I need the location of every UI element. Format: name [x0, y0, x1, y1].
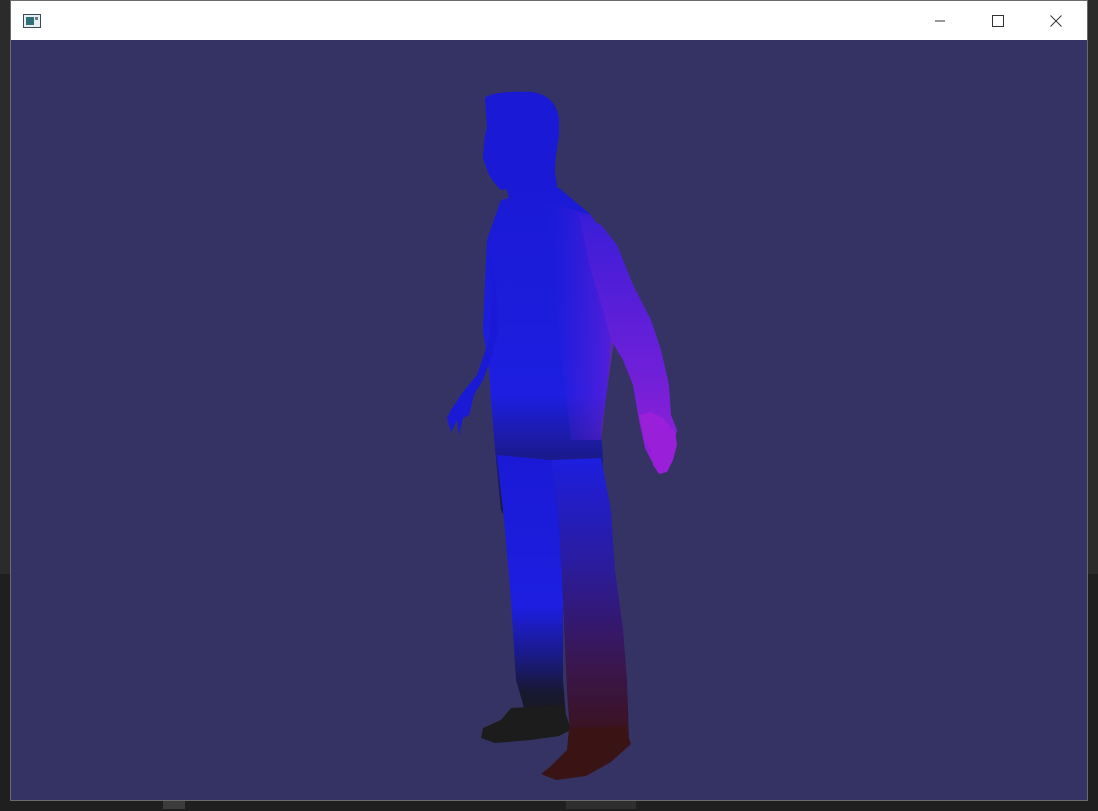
maximize-icon — [992, 14, 1004, 27]
minimize-button[interactable] — [911, 1, 969, 40]
window-titlebar[interactable] — [11, 1, 1087, 40]
model-left-arm — [447, 245, 499, 435]
background-tab — [163, 800, 185, 809]
app-icon — [23, 13, 41, 28]
background-tab — [566, 800, 636, 809]
minimize-icon — [935, 20, 945, 21]
maximize-button[interactable] — [969, 1, 1027, 40]
model-left-boot — [481, 705, 571, 743]
close-button[interactable] — [1027, 1, 1085, 40]
close-icon — [1050, 14, 1062, 27]
character-model — [447, 91, 677, 780]
render-viewport[interactable] — [11, 40, 1087, 800]
app-window — [10, 0, 1088, 801]
